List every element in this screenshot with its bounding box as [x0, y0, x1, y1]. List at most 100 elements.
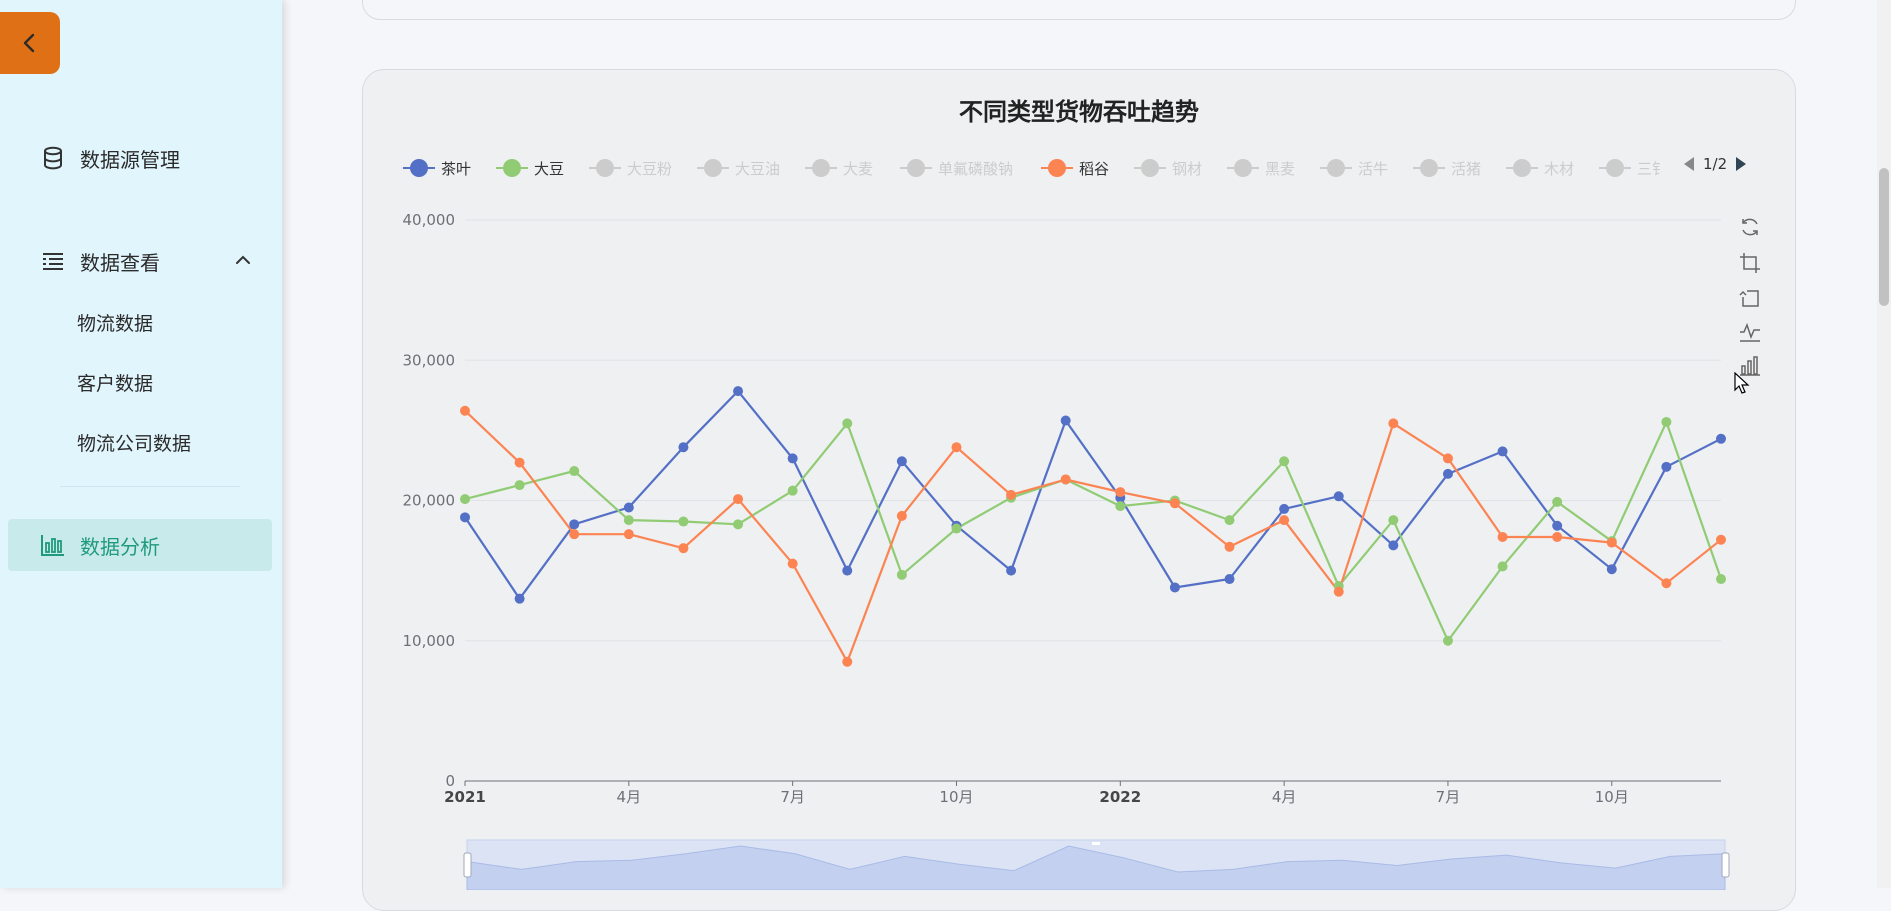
- data-point: [623, 515, 634, 526]
- data-point: [1661, 461, 1672, 472]
- data-point: [678, 543, 689, 554]
- x-tick-label: 2021: [444, 788, 486, 806]
- x-tick-label: 4月: [617, 788, 642, 806]
- data-point: [623, 529, 634, 540]
- divider: [60, 486, 240, 487]
- data-point: [1115, 487, 1126, 498]
- data-point: [1716, 574, 1726, 585]
- data-point: [1060, 415, 1071, 426]
- data-point: [514, 457, 525, 468]
- data-point: [1224, 574, 1235, 585]
- data-point: [1333, 586, 1344, 597]
- y-tick-label: 30,000: [403, 351, 456, 369]
- series-line: [464, 409, 1722, 663]
- series-line: [464, 390, 1722, 600]
- sidebar-item-data-analysis[interactable]: 数据分析: [8, 519, 272, 571]
- data-point: [1279, 515, 1290, 526]
- sidebar-subitem-logistics-data[interactable]: 物流数据: [77, 302, 153, 342]
- x-tick-label: 10月: [939, 788, 973, 806]
- data-point: [1169, 498, 1180, 509]
- data-point: [1442, 468, 1453, 479]
- data-point: [460, 494, 470, 505]
- data-point: [1552, 531, 1563, 542]
- data-point: [514, 480, 525, 491]
- data-point: [1006, 489, 1017, 500]
- data-point: [1388, 515, 1399, 526]
- data-point: [842, 565, 853, 576]
- sidebar-item-label: 数据分析: [80, 534, 160, 559]
- data-point: [1497, 446, 1508, 457]
- y-tick-label: 10,000: [403, 632, 456, 650]
- data-point: [678, 442, 689, 453]
- y-tick-label: 40,000: [403, 211, 456, 229]
- data-point: [460, 512, 470, 523]
- x-tick-label: 4月: [1272, 788, 1297, 806]
- sidebar: 数据源管理 数据查看 物流数据 客户数据 物流公司数据 数据分析: [0, 0, 282, 888]
- data-point: [1169, 582, 1180, 593]
- x-tick-label: 10月: [1595, 788, 1629, 806]
- data-point: [460, 405, 470, 416]
- data-point: [1552, 496, 1563, 507]
- data-point: [569, 529, 580, 540]
- data-point: [787, 453, 798, 464]
- sidebar-item-label: 数据源管理: [80, 147, 180, 172]
- data-point: [1497, 561, 1508, 572]
- y-tick-label: 20,000: [403, 492, 456, 510]
- data-point: [951, 523, 962, 534]
- data-point: [1497, 531, 1508, 542]
- scrollbar-thumb[interactable]: [1879, 168, 1889, 306]
- data-point: [1716, 433, 1726, 444]
- line-chart: 010,00020,00030,00040,0002021 4月 7月 10月 2022…: [403, 211, 1730, 890]
- data-point: [787, 558, 798, 569]
- data-point: [733, 494, 744, 505]
- sidebar-item-data-view[interactable]: 数据查看: [8, 235, 272, 287]
- data-zoom-handle-left: [463, 852, 472, 878]
- data-point: [1224, 515, 1235, 526]
- data-point: [896, 456, 907, 467]
- data-point: [896, 510, 907, 521]
- data-point: [1606, 537, 1617, 548]
- data-zoom-handle-right: [1721, 852, 1730, 878]
- database-icon: [40, 145, 66, 171]
- data-point: [733, 519, 744, 530]
- data-zoom-move-handle: [1092, 842, 1100, 845]
- data-point: [951, 442, 962, 453]
- data-point: [1060, 474, 1071, 485]
- x-tick-label: 7月: [780, 788, 805, 806]
- chevron-left-icon: [23, 33, 35, 53]
- data-point: [1333, 491, 1344, 502]
- data-point: [1442, 453, 1453, 464]
- data-point: [1388, 540, 1399, 551]
- list-icon: [40, 248, 66, 274]
- data-point: [569, 466, 580, 477]
- page-scrollbar[interactable]: [1877, 0, 1891, 888]
- data-point: [1279, 503, 1290, 514]
- chevron-up-icon[interactable]: [234, 251, 252, 269]
- back-button[interactable]: [0, 12, 60, 74]
- data-point: [1552, 520, 1563, 531]
- data-point: [896, 569, 907, 580]
- sidebar-subitem-customer-data[interactable]: 客户数据: [77, 362, 153, 402]
- sidebar-item-datasource[interactable]: 数据源管理: [8, 132, 272, 184]
- data-point: [842, 418, 853, 429]
- data-point: [514, 593, 525, 604]
- series-line: [464, 420, 1723, 642]
- data-point: [1279, 456, 1290, 467]
- data-point: [1442, 635, 1453, 646]
- x-tick-label: 2022: [1099, 788, 1141, 806]
- data-point: [1716, 534, 1726, 545]
- sidebar-subitem-logistics-company-data[interactable]: 物流公司数据: [77, 422, 191, 462]
- data-point: [1006, 565, 1017, 576]
- previous-card: [362, 0, 1796, 20]
- chart-card: 不同类型货物吞吐趋势 茶叶 大豆 大豆粉 大豆油 大麦 单氟磷酸钠 稻谷 钢材 黑麦 活牛 活猪 木材…: [362, 69, 1796, 911]
- data-point: [1661, 578, 1672, 589]
- data-point: [787, 485, 798, 496]
- data-point: [842, 656, 853, 667]
- bar-chart-icon: [40, 532, 66, 558]
- data-point: [1606, 564, 1617, 575]
- data-point: [569, 519, 580, 530]
- mouse-cursor-icon: [1734, 372, 1750, 394]
- sidebar-item-label: 数据查看: [80, 250, 160, 275]
- data-point: [1115, 501, 1126, 512]
- data-point: [1661, 416, 1672, 427]
